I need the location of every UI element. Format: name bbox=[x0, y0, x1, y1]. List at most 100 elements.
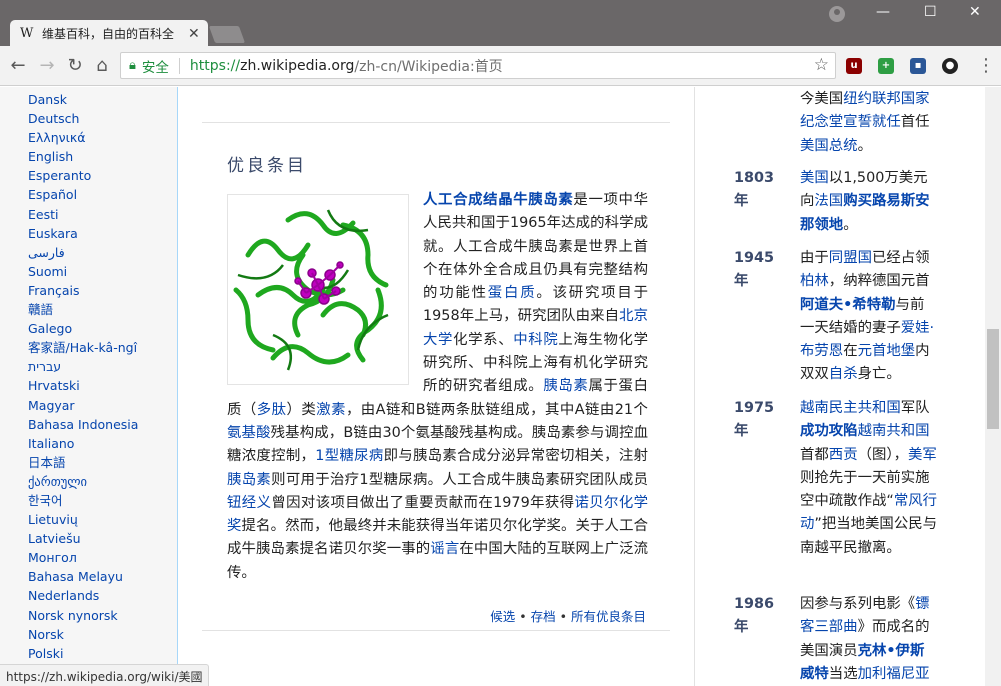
link-niu-jingyi[interactable]: 钮经义 bbox=[227, 495, 271, 511]
event-link[interactable]: 越南共和国 bbox=[858, 423, 930, 439]
language-link[interactable]: Ελληνικά bbox=[28, 128, 138, 147]
language-link[interactable]: Français bbox=[28, 281, 138, 300]
page-scrollbar[interactable] bbox=[985, 87, 1001, 686]
close-tab-icon[interactable]: ✕ bbox=[188, 26, 200, 42]
event-year[interactable]: 1945年 bbox=[734, 247, 774, 294]
event-fragment: 今美国 bbox=[800, 91, 844, 107]
event-link[interactable]: 西贡 bbox=[829, 447, 858, 463]
ublock-extension-icon[interactable]: u bbox=[846, 58, 862, 74]
language-link[interactable]: فارسی bbox=[28, 243, 138, 262]
language-link[interactable]: Galego bbox=[28, 319, 138, 338]
back-icon[interactable]: ← bbox=[8, 55, 28, 76]
language-link[interactable]: Norsk bbox=[28, 625, 138, 644]
link-insulin[interactable]: 胰岛素 bbox=[543, 378, 588, 394]
language-link[interactable]: 한국어 bbox=[28, 491, 138, 510]
language-link[interactable]: Italiano bbox=[28, 434, 138, 453]
language-link[interactable]: Hrvatski bbox=[28, 376, 138, 395]
featured-footer-links: 候选 • 存档 • 所有优良条目 bbox=[490, 606, 646, 625]
home-icon[interactable]: ⌂ bbox=[92, 55, 112, 76]
article-text: 即与胰岛素合成分泌异常密切相关，注射 bbox=[383, 448, 648, 465]
event-link[interactable]: 同盟国 bbox=[829, 250, 872, 266]
event-year[interactable]: 1986年 bbox=[734, 593, 774, 640]
language-link[interactable]: Euskara bbox=[28, 224, 138, 243]
event-link[interactable]: 法国 bbox=[814, 193, 843, 209]
language-list: Dansk Deutsch Ελληνικά English Esperanto Espa… bbox=[28, 90, 138, 663]
event-fragment: 。 bbox=[843, 216, 858, 233]
event-link[interactable]: 加利福尼亚 bbox=[858, 666, 930, 682]
event-bold-link[interactable]: 成功攻陷 bbox=[800, 423, 858, 439]
language-link[interactable]: Монгол bbox=[28, 548, 138, 567]
status-bar: https://zh.wikipedia.org/wiki/美國 bbox=[0, 664, 210, 686]
language-link[interactable]: Bahasa Indonesia bbox=[28, 415, 138, 434]
language-sidebar: Dansk Deutsch Ελληνικά English Esperanto Espa… bbox=[0, 87, 178, 686]
event-text: 美国以1,500万美元向法国购买路易斯安那领地。 bbox=[800, 167, 937, 237]
new-tab-button[interactable] bbox=[208, 26, 246, 43]
tab-title: 维基百科，自由的百科全 bbox=[42, 27, 175, 41]
language-link[interactable]: Norsk nynorsk bbox=[28, 606, 138, 625]
event-link[interactable]: 柏林 bbox=[800, 273, 829, 289]
minimize-icon[interactable]: — bbox=[876, 4, 890, 20]
save-extension-icon[interactable]: ▪ bbox=[910, 58, 926, 74]
article-text: ）类 bbox=[286, 401, 317, 418]
language-link[interactable]: Bahasa Melayu bbox=[28, 567, 138, 586]
divider bbox=[202, 630, 670, 631]
column-divider bbox=[694, 87, 695, 686]
language-link[interactable]: Polski bbox=[28, 644, 138, 663]
scrollbar-thumb[interactable] bbox=[987, 329, 999, 429]
article-text: 曾因对该项目做出了重要贡献而在1979年获得 bbox=[271, 494, 575, 511]
image-spacer bbox=[227, 189, 423, 398]
link-hormone[interactable]: 激素 bbox=[316, 402, 346, 418]
all-featured-link[interactable]: 所有优良条目 bbox=[571, 609, 646, 624]
event-fragment: 首任 bbox=[900, 114, 930, 131]
event-link[interactable]: 自杀 bbox=[829, 366, 858, 382]
event-link[interactable]: 美军 bbox=[908, 447, 937, 463]
event-link[interactable]: 元首地堡 bbox=[858, 343, 916, 359]
event-link[interactable]: 越南民主共和国 bbox=[800, 400, 901, 416]
lock-icon: 🔒︎ bbox=[129, 58, 136, 73]
link-protein[interactable]: 蛋白质 bbox=[488, 285, 537, 301]
event-link[interactable]: 美国 bbox=[800, 170, 829, 186]
language-link[interactable]: 贛語 bbox=[28, 300, 138, 319]
reload-icon[interactable]: ↻ bbox=[65, 55, 85, 76]
language-link[interactable]: ქართული bbox=[28, 472, 138, 491]
language-link[interactable]: Suomi bbox=[28, 262, 138, 281]
browser-tab[interactable]: W 维基百科，自由的百科全 ✕ bbox=[10, 20, 208, 47]
ninja-extension-icon[interactable]: ● bbox=[942, 58, 958, 74]
profile-icon[interactable] bbox=[829, 6, 845, 22]
link-amino-acid[interactable]: 氨基酸 bbox=[227, 425, 271, 441]
article-title-link[interactable]: 人工合成结晶牛胰岛素 bbox=[423, 192, 573, 208]
language-link[interactable]: Nederlands bbox=[28, 586, 138, 605]
link-separator: • bbox=[559, 609, 567, 624]
language-link[interactable]: Deutsch bbox=[28, 109, 138, 128]
forward-icon[interactable]: → bbox=[37, 55, 57, 76]
archive-link[interactable]: 存档 bbox=[531, 609, 556, 624]
language-link[interactable]: 客家語/Hak-kâ-ngî bbox=[28, 338, 138, 357]
event-link[interactable]: 美国总统 bbox=[800, 138, 858, 154]
language-link[interactable]: Eesti bbox=[28, 205, 138, 224]
event-year[interactable]: 1803年 bbox=[734, 167, 774, 214]
menu-icon[interactable]: ⋮ bbox=[977, 55, 995, 76]
language-link[interactable]: Esperanto bbox=[28, 166, 138, 185]
language-link[interactable]: Magyar bbox=[28, 396, 138, 415]
maximize-icon[interactable]: ☐ bbox=[924, 4, 937, 20]
shield-extension-icon[interactable]: + bbox=[878, 58, 894, 74]
language-link[interactable]: Dansk bbox=[28, 90, 138, 109]
link-polypeptide[interactable]: 多肽 bbox=[257, 402, 287, 418]
language-link[interactable]: 日本語 bbox=[28, 453, 138, 472]
language-link[interactable]: English bbox=[28, 147, 138, 166]
link-rumor[interactable]: 谣言 bbox=[430, 541, 459, 557]
featured-article-text: 人工合成结晶牛胰岛素是一项中华人民共和国于1965年达成的科学成就。人工合成牛胰… bbox=[227, 189, 648, 585]
language-link[interactable]: Lietuvių bbox=[28, 510, 138, 529]
language-link[interactable]: עברית bbox=[28, 357, 138, 376]
event-year[interactable]: 1975年 bbox=[734, 397, 774, 444]
link-insulin-2[interactable]: 胰岛素 bbox=[227, 472, 271, 488]
link-type1-diabetes[interactable]: 1型糖尿病 bbox=[315, 448, 383, 464]
event-bold-link[interactable]: 阿道夫•希特勒 bbox=[800, 297, 896, 313]
address-bar[interactable]: 🔒︎ 安全 https:// zh.wikipedia.org /zh-cn/W… bbox=[120, 52, 836, 79]
close-window-icon[interactable]: ✕ bbox=[969, 4, 981, 20]
language-link[interactable]: Latviešu bbox=[28, 529, 138, 548]
link-cas[interactable]: 中科院 bbox=[513, 332, 558, 348]
language-link[interactable]: Español bbox=[28, 185, 138, 204]
bookmark-star-icon[interactable]: ☆ bbox=[814, 55, 829, 75]
candidates-link[interactable]: 候选 bbox=[490, 609, 515, 624]
